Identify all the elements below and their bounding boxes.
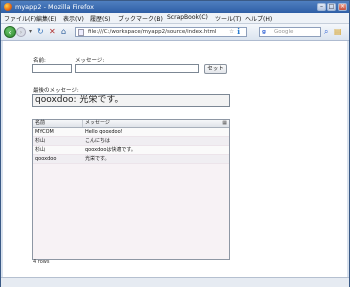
table-header: 名前 メッセージ ▦ bbox=[33, 120, 229, 128]
home-icon[interactable]: ⌂ bbox=[61, 28, 66, 36]
menu-tools[interactable]: ツール(T) bbox=[215, 14, 241, 23]
set-button[interactable]: セット bbox=[204, 64, 227, 74]
cell-name: qooxdoo bbox=[35, 156, 57, 162]
table-row[interactable]: 杉山 こんにちは bbox=[33, 137, 229, 146]
menu-view[interactable]: 表示(V) bbox=[63, 14, 84, 23]
column-menu-icon[interactable]: ▦ bbox=[222, 120, 227, 127]
row-count: 4 rows bbox=[33, 259, 50, 265]
minimize-button[interactable]: – bbox=[317, 3, 326, 11]
table-row[interactable]: MYCOM Hello qooxdoo! bbox=[33, 128, 229, 137]
cell-message: こんにちは bbox=[85, 138, 111, 144]
column-header-name[interactable]: 名前 bbox=[35, 120, 45, 127]
stop-icon[interactable]: ✕ bbox=[49, 28, 56, 36]
name-label: 名前: bbox=[33, 58, 46, 64]
bookmark-folder-icon[interactable]: ▤ bbox=[334, 28, 342, 36]
title-bar: myapp2 - Mozilla Firefox – □ × bbox=[1, 1, 349, 13]
name-input[interactable] bbox=[32, 64, 72, 73]
url-text: file:///C:/workspace/myapp2/source/index… bbox=[88, 29, 217, 35]
search-bar[interactable]: g Google bbox=[259, 27, 321, 37]
message-label: メッセージ: bbox=[75, 58, 105, 64]
history-dropdown-icon[interactable]: ▾ bbox=[29, 28, 32, 36]
search-icon[interactable]: ⌕ bbox=[324, 28, 328, 36]
status-bar bbox=[1, 277, 349, 287]
forward-arrow-icon[interactable]: › bbox=[16, 27, 26, 37]
last-message-label: 最後のメッセージ: bbox=[33, 88, 79, 94]
menu-file[interactable]: ファイル(F) bbox=[4, 14, 36, 23]
column-separator bbox=[82, 120, 83, 127]
menu-bar: ファイル(F) 編集(E) 表示(V) 履歴(S) ブックマーク(B) Scra… bbox=[1, 13, 349, 24]
menu-scrapbook[interactable]: ScrapBook(C) bbox=[167, 14, 208, 21]
cell-name: 杉山 bbox=[35, 147, 46, 153]
menu-help[interactable]: ヘルプ(H) bbox=[245, 14, 272, 23]
close-button[interactable]: × bbox=[338, 3, 347, 11]
cell-message: Hello qooxdoo! bbox=[85, 129, 123, 135]
page-icon bbox=[78, 29, 84, 36]
message-input[interactable] bbox=[75, 64, 199, 73]
navigation-toolbar: ‹ › ▾ ↻ ✕ ⌂ file:///C:/workspace/myapp2/… bbox=[1, 24, 349, 41]
google-icon: g bbox=[262, 29, 266, 35]
window-title: myapp2 - Mozilla Firefox bbox=[15, 3, 95, 11]
last-message-display: qooxdoo: 光栄です。 bbox=[32, 94, 230, 107]
cell-name: 杉山 bbox=[35, 138, 46, 144]
maximize-button[interactable]: □ bbox=[327, 3, 336, 11]
info-icon[interactable]: ℹ bbox=[237, 28, 240, 36]
column-header-message[interactable]: メッセージ bbox=[85, 120, 110, 127]
cell-message: 光栄です。 bbox=[85, 156, 110, 162]
reload-icon[interactable]: ↻ bbox=[37, 28, 44, 36]
cell-name: MYCOM bbox=[35, 129, 54, 135]
back-arrow-icon[interactable]: ‹ bbox=[4, 26, 16, 38]
menu-history[interactable]: 履歴(S) bbox=[90, 14, 111, 23]
bookmark-star-icon[interactable]: ☆ bbox=[229, 28, 234, 36]
menu-edit[interactable]: 編集(E) bbox=[36, 14, 56, 23]
cell-message: qooxdooは快適です。 bbox=[85, 147, 136, 153]
firefox-icon bbox=[4, 3, 12, 11]
table-row[interactable]: qooxdoo 光栄です。 bbox=[33, 155, 229, 164]
browser-window: myapp2 - Mozilla Firefox – □ × ファイル(F) 編… bbox=[0, 0, 350, 287]
table-row[interactable]: 杉山 qooxdooは快適です。 bbox=[33, 146, 229, 155]
menu-bookmarks[interactable]: ブックマーク(B) bbox=[118, 14, 163, 23]
address-bar[interactable]: file:///C:/workspace/myapp2/source/index… bbox=[75, 27, 247, 37]
search-placeholder: Google bbox=[274, 29, 294, 35]
message-table[interactable]: 名前 メッセージ ▦ MYCOM Hello qooxdoo! 杉山 こんにちは… bbox=[32, 119, 230, 260]
